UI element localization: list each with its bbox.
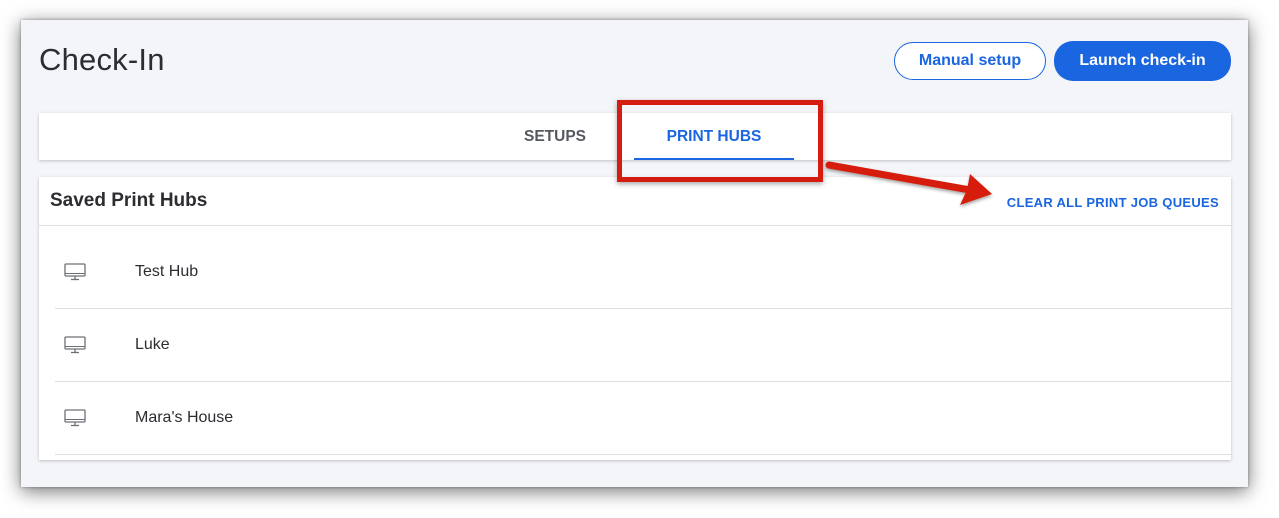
card-header: Saved Print Hubs CLEAR ALL PRINT JOB QUE… bbox=[39, 177, 1231, 226]
manual-setup-button[interactable]: Manual setup bbox=[894, 42, 1046, 80]
hub-row[interactable]: Luke bbox=[55, 308, 1231, 382]
hub-row[interactable]: Mara's House bbox=[55, 381, 1231, 455]
saved-print-hubs-card: Saved Print Hubs CLEAR ALL PRINT JOB QUE… bbox=[39, 177, 1231, 460]
monitor-icon bbox=[64, 263, 86, 281]
tab-setups[interactable]: SETUPS bbox=[505, 113, 605, 160]
card-title: Saved Print Hubs bbox=[50, 190, 208, 211]
launch-check-in-button[interactable]: Launch check-in bbox=[1054, 41, 1231, 81]
hub-name: Luke bbox=[135, 335, 170, 353]
monitor-icon bbox=[64, 409, 86, 427]
clear-all-queues-link[interactable]: CLEAR ALL PRINT JOB QUEUES bbox=[1007, 195, 1219, 210]
tab-bar: SETUPS PRINT HUBS bbox=[39, 113, 1231, 160]
active-tab-indicator bbox=[634, 158, 794, 160]
app-window: Check-In Manual setup Launch check-in SE… bbox=[21, 20, 1248, 487]
tab-print-hubs-label: PRINT HUBS bbox=[666, 127, 762, 145]
tab-print-hubs[interactable]: PRINT HUBS bbox=[634, 113, 794, 160]
hub-row[interactable]: Test Hub bbox=[55, 235, 1231, 309]
monitor-icon bbox=[64, 336, 86, 354]
page-title: Check-In bbox=[39, 42, 165, 77]
hub-name: Test Hub bbox=[135, 262, 199, 280]
hub-name: Mara's House bbox=[135, 408, 234, 426]
